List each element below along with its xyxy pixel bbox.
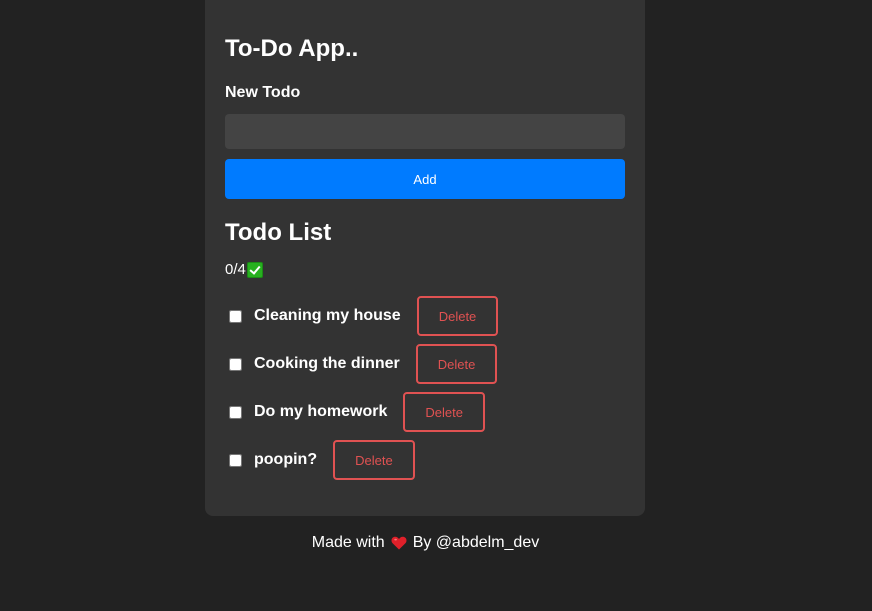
todo-counter-text: 0/4: [225, 261, 246, 278]
todo-item: Do my homework Delete: [225, 392, 498, 432]
todo-item: poopin? Delete: [225, 440, 498, 480]
delete-button[interactable]: Delete: [416, 296, 499, 336]
todo-list: Cleaning my house Delete Cooking the din…: [225, 296, 499, 488]
todo-card: To-Do App.. New Todo Add Todo List 0/4 C…: [205, 0, 645, 516]
todo-checkbox[interactable]: [229, 405, 242, 419]
todo-checkbox[interactable]: [229, 453, 242, 467]
check-mark-button-icon: [246, 262, 263, 278]
delete-button[interactable]: Delete: [403, 392, 485, 432]
app-title: To-Do App..: [225, 35, 359, 62]
footer: Made with By @abdelm_dev: [0, 534, 851, 552]
todo-item: Cleaning my house Delete: [225, 296, 499, 336]
todo-counter: 0/4: [225, 261, 263, 279]
todo-item: Cooking the dinner Delete: [225, 344, 498, 384]
delete-button[interactable]: Delete: [415, 344, 498, 384]
new-todo-label: New Todo: [225, 84, 301, 101]
footer-author: By @abdelm_dev: [412, 534, 540, 551]
add-button[interactable]: Add: [225, 159, 625, 199]
todo-text: Do my homework: [254, 403, 388, 420]
todo-checkbox[interactable]: [229, 309, 242, 323]
todo-text: Cleaning my house: [254, 307, 401, 324]
todo-list-title: Todo List: [225, 219, 332, 246]
todo-text: Cooking the dinner: [254, 355, 400, 372]
todo-text: poopin?: [254, 451, 318, 468]
new-todo-input[interactable]: [225, 114, 625, 149]
todo-checkbox[interactable]: [229, 357, 242, 371]
red-heart-icon: [391, 536, 407, 550]
footer-made-with: Made with: [311, 534, 385, 551]
delete-button[interactable]: Delete: [333, 440, 415, 480]
